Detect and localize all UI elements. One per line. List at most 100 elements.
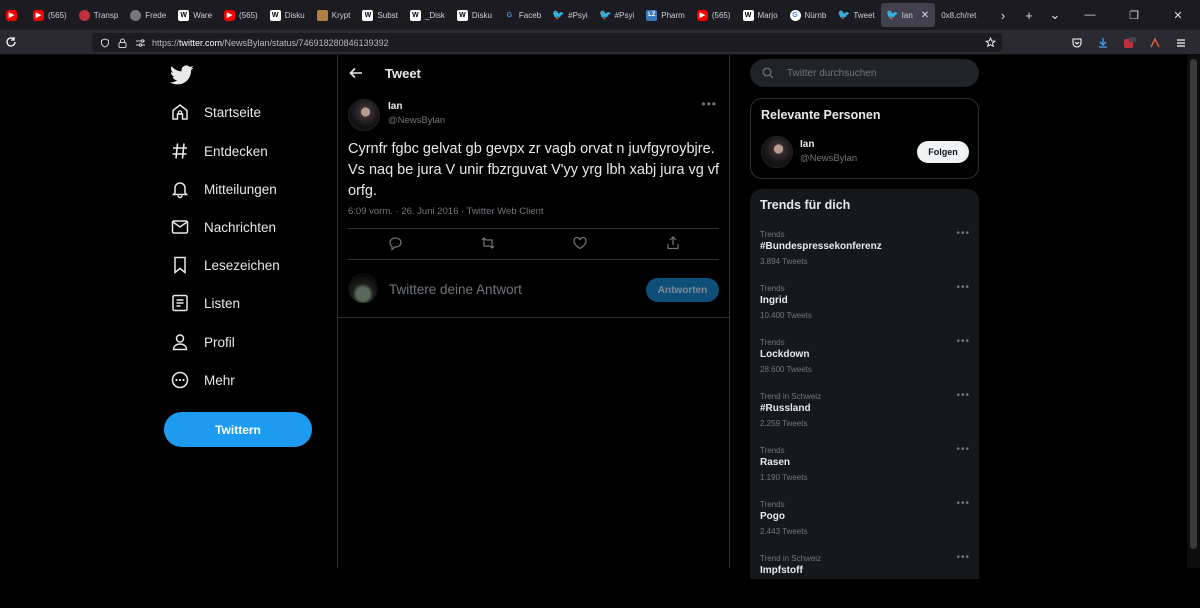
tweet-metadata: 6:09 vorm. · 26. Juni 2016 · Twitter Web… — [348, 206, 544, 217]
pocket-icon[interactable] — [1066, 30, 1088, 55]
twitter-icon: 🐦 — [837, 9, 851, 21]
current-user-avatar[interactable] — [348, 273, 378, 303]
trend-item[interactable]: Trends Pogo 2.443 Tweets ••• — [760, 498, 970, 554]
url-bar[interactable]: https://twitter.com/NewsBylan/status/746… — [92, 33, 1002, 52]
person-handle[interactable]: @NewsBylan — [800, 153, 857, 164]
retweet-icon[interactable] — [480, 235, 496, 251]
search-input[interactable] — [787, 65, 967, 81]
close-window-button[interactable]: ✕ — [1156, 0, 1200, 30]
tab-close-icon[interactable]: ✕ — [921, 10, 929, 21]
chevron-right-icon[interactable]: › — [990, 0, 1016, 30]
browser-tab[interactable]: LZ Pharm — [640, 0, 691, 30]
browser-tab[interactable]: G Nürnb — [784, 0, 833, 30]
youtube-icon: ▶ — [696, 9, 708, 21]
follow-button[interactable]: Folgen — [917, 141, 969, 163]
like-heart-icon[interactable] — [572, 235, 588, 251]
trend-name: Lockdown — [760, 349, 810, 360]
share-icon[interactable] — [665, 235, 681, 251]
bookmark-star-icon[interactable] — [985, 37, 996, 48]
browser-tab[interactable]: Frede — [124, 0, 172, 30]
trend-more-icon[interactable]: ••• — [956, 498, 970, 509]
browser-tab[interactable]: W Marjo — [737, 0, 784, 30]
reply-button[interactable]: Antworten — [646, 278, 719, 302]
trend-more-icon[interactable]: ••• — [956, 228, 970, 239]
tweet-actions — [338, 235, 729, 257]
trend-category: Trends — [760, 284, 785, 293]
permissions-icon[interactable] — [135, 38, 146, 48]
wikipedia-icon: W — [456, 9, 468, 21]
nav-item-more[interactable]: Mehr — [170, 365, 235, 395]
search-icon — [762, 67, 774, 79]
nav-item-home[interactable]: Startseite — [170, 97, 261, 127]
search-box[interactable] — [750, 59, 979, 87]
trend-item[interactable]: Trends #Bundespressekonferenz 3.894 Tweets… — [760, 228, 970, 284]
scrollbar-thumb[interactable] — [1190, 59, 1197, 549]
trend-more-icon[interactable]: ••• — [956, 552, 970, 563]
browser-tab[interactable]: W Disku — [264, 0, 311, 30]
browser-tab[interactable]: G Faceb — [498, 0, 547, 30]
trend-item[interactable]: Trend in Schweiz #Russland 2.259 Tweets ••• — [760, 390, 970, 446]
scrollbar[interactable] — [1187, 55, 1200, 568]
browser-tab[interactable]: 🐦 Tweet — [832, 0, 880, 30]
twitter-logo-icon[interactable] — [170, 63, 194, 87]
extension-badge-icon[interactable] — [1118, 30, 1140, 55]
nav-item-explore[interactable]: Entdecken — [170, 136, 268, 166]
trend-name: Ingrid — [760, 295, 788, 306]
reply-icon[interactable] — [387, 235, 403, 251]
browser-tab[interactable]: 0x8.ch/ret — [935, 0, 982, 30]
browser-tab[interactable]: 🐦 #Psyi — [594, 0, 641, 30]
nav-item-messages[interactable]: Nachrichten — [170, 212, 276, 242]
tweet-more-icon[interactable]: ••• — [701, 97, 717, 111]
nav-item-bookmarks[interactable]: Lesezeichen — [170, 250, 280, 280]
browser-tab[interactable]: Transp — [73, 0, 125, 30]
extension-icon[interactable] — [1144, 30, 1166, 55]
trend-item[interactable]: Trends Ingrid 10.400 Tweets ••• — [760, 282, 970, 338]
browser-tab-label: Subst — [377, 10, 398, 20]
nav-item-lists[interactable]: Listen — [170, 288, 240, 318]
tweet-author-avatar[interactable] — [348, 99, 380, 131]
browser-tab[interactable]: ▶ (565) — [691, 0, 737, 30]
shield-icon[interactable] — [100, 37, 110, 48]
trend-item[interactable]: Trends Rasen 1.190 Tweets ••• — [760, 444, 970, 500]
browser-tab[interactable]: ▶ — [0, 0, 27, 30]
url-text[interactable]: https://twitter.com/NewsBylan/status/746… — [152, 38, 389, 48]
reply-input[interactable]: Twittere deine Antwort — [389, 282, 522, 297]
trend-item[interactable]: Trend in Schweiz Impfstoff ••• — [760, 552, 970, 608]
tweet-author-name[interactable]: Ian — [388, 101, 402, 112]
trend-more-icon[interactable]: ••• — [956, 282, 970, 293]
tweet-button[interactable]: Twittern — [164, 412, 312, 447]
back-arrow-icon[interactable] — [348, 65, 364, 81]
menu-icon[interactable] — [1170, 30, 1192, 55]
browser-tab[interactable]: ▶ (565) — [27, 0, 73, 30]
browser-tab[interactable]: 🐦 #Psyi — [547, 0, 594, 30]
trend-category: Trends — [760, 446, 785, 455]
trend-more-icon[interactable]: ••• — [956, 336, 970, 347]
browser-tab[interactable]: W Ware — [172, 0, 218, 30]
divider — [338, 317, 729, 318]
person-name[interactable]: Ian — [800, 139, 814, 150]
browser-tab[interactable]: W Disku — [451, 0, 498, 30]
maximize-button[interactable]: ❐ — [1112, 0, 1156, 30]
browser-tab[interactable]: W _Disk — [404, 0, 451, 30]
lock-icon[interactable] — [118, 38, 127, 48]
trend-more-icon[interactable]: ••• — [956, 390, 970, 401]
right-sidebar: Relevante Personen Ian @NewsBylan Folgen… — [750, 55, 980, 579]
trend-category: Trends — [760, 500, 785, 509]
nav-item-profile[interactable]: Profil — [170, 327, 235, 357]
browser-tab[interactable]: ▶ (565) — [218, 0, 264, 30]
list-tabs-chevron-down-icon[interactable]: ⌄ — [1042, 0, 1068, 30]
nav-item-notifications[interactable]: Mitteilungen — [170, 174, 277, 204]
new-tab-button[interactable]: + — [1016, 0, 1042, 30]
main-header: Tweet — [338, 55, 729, 93]
nav-label-more: Mehr — [204, 372, 235, 388]
person-avatar[interactable] — [761, 136, 793, 168]
reload-icon[interactable] — [0, 30, 22, 55]
browser-tab[interactable]: Krypt — [311, 0, 357, 30]
minimize-button[interactable]: — — [1068, 0, 1112, 30]
browser-tab[interactable]: 🐦 Ian ✕ — [880, 3, 936, 27]
browser-tab[interactable]: W Subst — [356, 0, 403, 30]
trend-item[interactable]: Trends Lockdown 28.600 Tweets ••• — [760, 336, 970, 392]
tweet-author-handle[interactable]: @NewsBylan — [388, 115, 445, 126]
trend-more-icon[interactable]: ••• — [956, 444, 970, 455]
download-icon[interactable] — [1092, 30, 1114, 55]
